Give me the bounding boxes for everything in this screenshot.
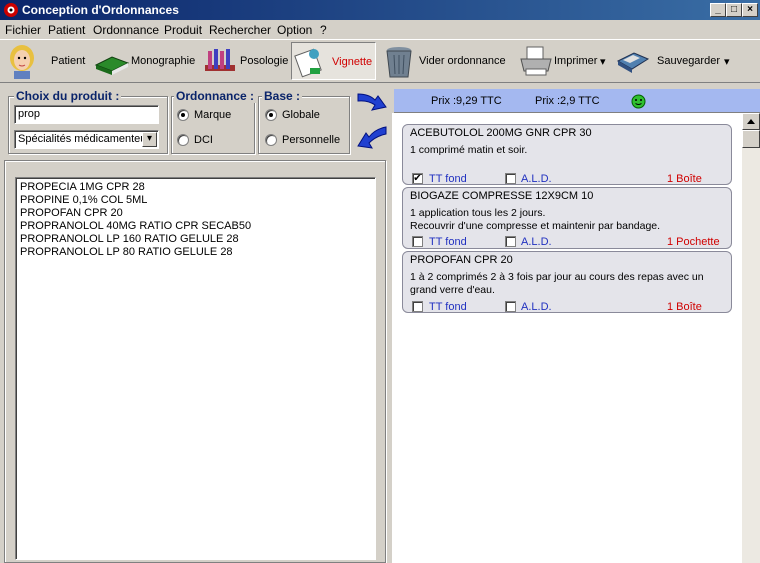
ald-label: A.L.D. — [521, 301, 552, 313]
maximize-button[interactable]: □ — [726, 3, 742, 17]
list-item[interactable]: PROPINE 0,1% COL 5ML — [20, 194, 147, 206]
choix-produit-title: Choix du produit : — [14, 89, 122, 103]
radio-globale-label: Globale — [282, 109, 320, 121]
radio-dci[interactable] — [177, 134, 189, 146]
tt-fond-checkbox[interactable]: ✔ — [412, 173, 423, 184]
scroll-up-icon — [747, 119, 755, 124]
tt-fond-checkbox[interactable] — [412, 301, 423, 312]
ald-checkbox[interactable] — [505, 236, 516, 247]
card-product-name: PROPOFAN CPR 20 — [410, 254, 513, 266]
sauvegarder-label: Sauvegarder — [657, 55, 720, 67]
ald-label: A.L.D. — [521, 236, 552, 248]
imprimer-button[interactable]: Imprimer ▾ — [518, 42, 608, 80]
close-button[interactable]: × — [742, 3, 758, 17]
app-icon — [4, 3, 18, 17]
menu-produit[interactable]: Produit — [164, 23, 202, 37]
category-dropdown-icon[interactable]: ▾ — [142, 132, 157, 147]
results-list[interactable]: PROPECIA 1MG CPR 28 PROPINE 0,1% COL 5ML… — [15, 177, 376, 560]
smiley-icon — [631, 94, 646, 109]
patient-button[interactable]: Patient — [4, 42, 88, 80]
tt-fond-label: TT fond — [429, 173, 467, 185]
radio-personnelle-label: Personnelle — [282, 134, 341, 146]
menu-bar: Fichier Patient Ordonnance Produit Reche… — [0, 20, 760, 39]
product-category-value: Spécialités médicamenteu — [18, 133, 147, 145]
patient-label: Patient — [51, 55, 86, 67]
product-category-select[interactable]: Spécialités médicamenteu — [14, 130, 159, 149]
card-posology: 1 application tous les 2 jours. Recouvri… — [410, 207, 661, 232]
title-bar: Conception d'Ordonnances _ □ × — [0, 0, 760, 20]
monographie-button[interactable]: Monographie — [94, 42, 198, 80]
save-disk-icon — [616, 52, 650, 73]
sauvegarder-dropdown-icon[interactable]: ▾ — [724, 55, 730, 68]
list-item[interactable]: PROPOFAN CPR 20 — [20, 207, 123, 219]
minimize-button[interactable]: _ — [710, 3, 726, 17]
toolbar: Patient Monographie Posologie Vignette V… — [0, 39, 760, 83]
ald-checkbox[interactable] — [505, 173, 516, 184]
vider-ordonnance-button[interactable]: Vider ordonnance — [382, 42, 508, 80]
monographie-label: Monographie — [131, 55, 196, 67]
scroll-thumb[interactable] — [742, 130, 760, 148]
radio-dci-label: DCI — [194, 134, 213, 146]
imprimer-dropdown-icon[interactable]: ▾ — [600, 55, 606, 68]
tt-fond-label: TT fond — [429, 236, 467, 248]
price-bar: Prix :9,29 TTC Prix :2,9 TTC — [394, 89, 760, 113]
prescription-card[interactable]: ACEBUTOLOL 200MG GNR CPR 30 1 comprimé m… — [402, 124, 732, 185]
prescription-scrollbar[interactable] — [742, 113, 760, 563]
menu-fichier[interactable]: Fichier — [5, 23, 41, 37]
list-item[interactable]: PROPRANOLOL 40MG RATIO CPR SECAB50 — [20, 220, 251, 232]
book-icon — [94, 56, 130, 75]
card-quantity[interactable]: 1 Boîte — [667, 173, 702, 185]
trash-icon — [386, 47, 412, 78]
patient-icon — [10, 45, 34, 79]
window-title: Conception d'Ordonnances — [22, 3, 179, 17]
scroll-up-button[interactable] — [742, 113, 760, 130]
menu-patient[interactable]: Patient — [48, 23, 85, 37]
list-item[interactable]: PROPRANOLOL LP 80 RATIO GELULE 28 — [20, 246, 233, 258]
ald-checkbox[interactable] — [505, 301, 516, 312]
menu-ordonnance[interactable]: Ordonnance — [93, 23, 159, 37]
vider-ordonnance-label: Vider ordonnance — [419, 55, 506, 67]
posologie-button[interactable]: Posologie — [202, 42, 290, 80]
menu-option[interactable]: Option — [277, 23, 312, 37]
vignette-icon — [294, 48, 322, 78]
radio-marque-label: Marque — [194, 109, 232, 121]
price-1: Prix :9,29 TTC — [431, 95, 502, 107]
sauvegarder-button[interactable]: Sauvegarder ▾ — [614, 42, 734, 80]
card-product-name: ACEBUTOLOL 200MG GNR CPR 30 — [410, 127, 592, 139]
card-posology: 1 comprimé matin et soir. — [410, 144, 528, 156]
tt-fond-label: TT fond — [429, 301, 467, 313]
card-quantity[interactable]: 1 Pochette — [667, 236, 720, 248]
price-2: Prix :2,9 TTC — [535, 95, 600, 107]
posologie-label: Posologie — [240, 55, 289, 67]
radio-personnelle[interactable] — [265, 134, 277, 146]
product-search-input[interactable]: prop — [14, 105, 159, 124]
radio-globale[interactable] — [265, 109, 277, 121]
vignette-label: Vignette — [332, 56, 373, 68]
tt-fond-checkbox[interactable] — [412, 236, 423, 247]
add-arrow-icon[interactable] — [355, 91, 389, 117]
imprimer-label: Imprimer — [554, 55, 598, 67]
list-item[interactable]: PROPRANOLOL LP 160 RATIO GELULE 28 — [20, 233, 239, 245]
card-quantity[interactable]: 1 Boîte — [667, 301, 702, 313]
card-posology: 1 à 2 comprimés 2 à 3 fois par jour au c… — [410, 271, 704, 296]
radio-marque[interactable] — [177, 109, 189, 121]
menu-rechercher[interactable]: Rechercher — [209, 23, 271, 37]
ald-label: A.L.D. — [521, 173, 552, 185]
prescription-card[interactable]: BIOGAZE COMPRESSE 12X9CM 10 1 applicatio… — [402, 187, 732, 249]
list-item[interactable]: PROPECIA 1MG CPR 28 — [20, 181, 145, 193]
menu-help[interactable]: ? — [320, 23, 327, 37]
printer-icon — [520, 46, 552, 76]
card-product-name: BIOGAZE COMPRESSE 12X9CM 10 — [410, 190, 594, 202]
ordonnance-title: Ordonnance : — [174, 89, 257, 103]
remove-arrow-icon[interactable] — [355, 124, 389, 152]
vignette-button[interactable]: Vignette — [291, 42, 376, 80]
prescription-card[interactable]: PROPOFAN CPR 20 1 à 2 comprimés 2 à 3 fo… — [402, 251, 732, 313]
base-title: Base : — [262, 89, 303, 103]
test-tubes-icon — [205, 49, 235, 71]
